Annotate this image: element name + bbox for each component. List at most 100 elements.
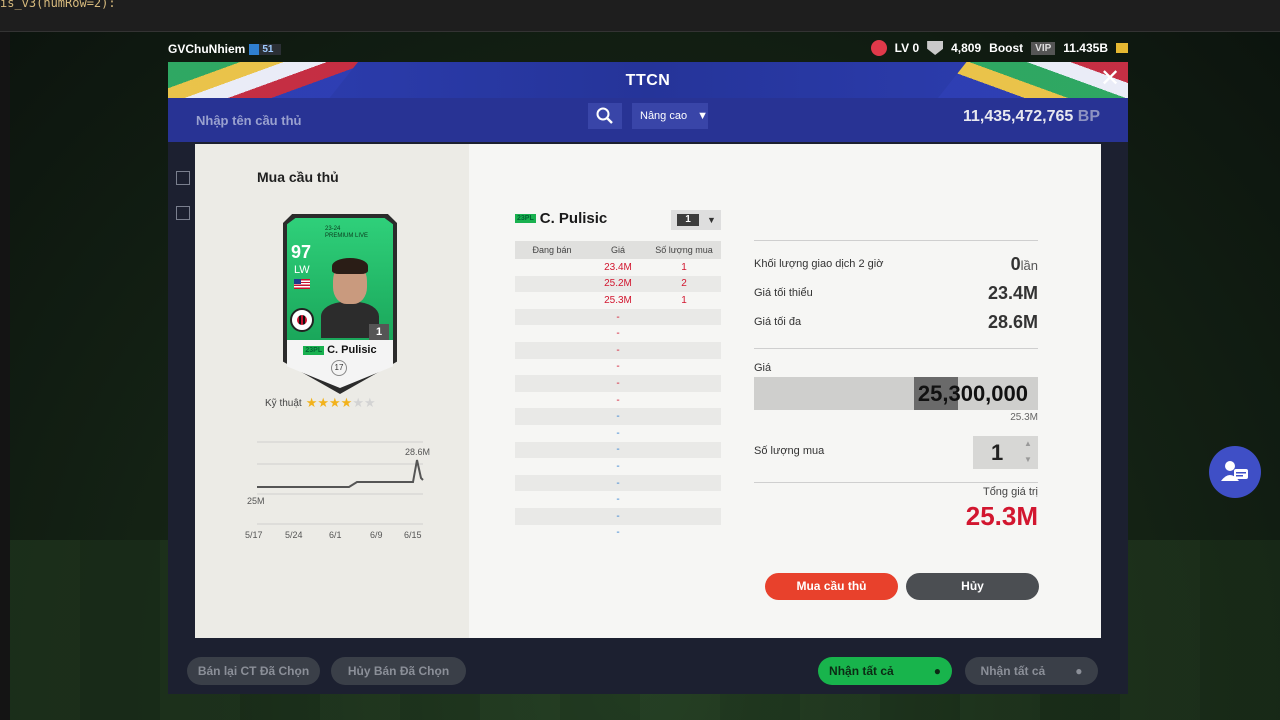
table-row[interactable]: - <box>515 507 721 525</box>
close-icon[interactable]: ✕ <box>1098 67 1122 92</box>
star-icon: ★ <box>340 395 353 410</box>
lv-text: LV 0 <box>894 41 920 55</box>
resell-selected-button[interactable]: Bán lại CT Đã Chọn <box>187 657 320 685</box>
order-qty: 1 <box>681 294 687 306</box>
order-price: - <box>616 460 620 472</box>
order-price: - <box>616 527 620 539</box>
order-price: - <box>616 361 620 373</box>
divider <box>754 240 1038 241</box>
vip-badge[interactable]: VIP <box>1031 41 1056 55</box>
chart-date: 5/24 <box>285 530 303 540</box>
table-row[interactable]: - <box>515 308 721 326</box>
star-icon: ★ <box>352 395 364 410</box>
star-icon: ★ <box>317 395 330 410</box>
order-table: Đang bán Giá Số lượng mua 23.4M 1 25.2M 2 25… <box>515 241 721 541</box>
player-search-input[interactable] <box>196 108 496 132</box>
order-qty: 1 <box>681 261 687 273</box>
dialog-left-panel: Mua cầu thủ 23-24 PREMIUM LIVE 97 LW 1 23… <box>195 144 469 638</box>
chart-date: 6/15 <box>404 530 422 540</box>
top-bar-stats: LV 0 4,809 Boost VIP 11.435B <box>870 40 1128 56</box>
receive-all-button[interactable]: Nhận tất cả ● <box>818 657 952 685</box>
price-short: 25.3M <box>1010 412 1038 423</box>
table-row[interactable]: 25.3M 1 <box>515 292 721 309</box>
table-row[interactable]: - <box>515 375 721 392</box>
order-price: - <box>616 411 620 423</box>
balance-text: 11.435B <box>1063 41 1108 55</box>
card-level: 1 <box>369 324 389 340</box>
table-row[interactable]: - <box>515 392 721 409</box>
chart-date: 6/1 <box>329 530 342 540</box>
order-price: - <box>616 510 620 522</box>
row-checkbox[interactable] <box>176 171 190 185</box>
order-qty: 2 <box>681 278 687 290</box>
table-row[interactable]: - <box>515 441 721 459</box>
support-chat-button[interactable] <box>1209 446 1261 498</box>
price-history-chart: 28.6M 25M 5/17 5/24 6/1 6/9 6/15 <box>245 441 430 540</box>
season-tag: 23PL <box>515 214 536 223</box>
search-icon <box>596 107 613 124</box>
table-row[interactable]: - <box>515 525 721 542</box>
card-position: LW <box>294 264 310 276</box>
decrement-icon[interactable]: ▼ <box>1024 455 1032 464</box>
order-price: - <box>616 344 620 356</box>
chart-min-label: 25M <box>247 496 265 506</box>
lv-icon <box>870 40 887 56</box>
row-checkbox[interactable] <box>176 206 190 220</box>
player-header: 23PL C. Pulisic <box>515 210 607 227</box>
table-row[interactable]: - <box>515 359 721 376</box>
chevron-down-icon: ▼ <box>697 110 708 122</box>
star-icon: ★ <box>363 395 376 410</box>
window-header: TTCN ✕ <box>168 62 1128 98</box>
increment-icon[interactable]: ▲ <box>1024 439 1032 448</box>
order-price: 25.3M <box>604 294 632 306</box>
chevron-down-icon: ▼ <box>707 215 716 225</box>
table-row[interactable]: - <box>515 458 721 475</box>
volume-label: Khối lượng giao dịch 2 giờ <box>754 258 884 270</box>
advanced-filter-button[interactable]: Nâng cao ▼ <box>632 103 708 129</box>
max-price-value: 28.6M <box>987 312 1038 332</box>
dialog-title: Mua cầu thủ <box>257 169 339 185</box>
table-row[interactable]: 25.2M 2 <box>515 275 721 293</box>
min-price-label: Giá tối thiểu <box>754 287 813 299</box>
min-price-value: 23.4M <box>987 283 1038 303</box>
table-row[interactable]: - <box>515 474 721 492</box>
table-row[interactable]: 23.4M 1 <box>515 259 721 276</box>
quantity-stepper[interactable]: 1 ▲ ▼ <box>973 436 1038 469</box>
table-row[interactable]: - <box>515 408 721 425</box>
order-price: 23.4M <box>604 261 632 273</box>
coin-icon: ● <box>1075 664 1083 678</box>
window-title: TTCN <box>625 72 671 89</box>
shirt-icon: ● <box>933 664 941 678</box>
coin-icon <box>1116 43 1128 53</box>
user-info[interactable]: GVChuNhiem 51 <box>168 42 282 56</box>
search-button[interactable] <box>588 103 622 129</box>
boost-text: Boost <box>989 41 1024 55</box>
editor-gutter <box>0 32 10 720</box>
buy-player-button[interactable]: Mua cầu thủ <box>765 573 898 600</box>
chat-user-icon <box>1221 461 1248 481</box>
skill-rating: Kỹ thuật ★★★★★★ <box>265 395 376 410</box>
table-row[interactable]: - <box>515 425 721 442</box>
screen: is_v3(numRow=2): GVChuNhiem 51 LV 0 4,80… <box>0 0 1280 720</box>
price-input[interactable]: 25,300,000 <box>754 377 1038 410</box>
points-text: 4,809 <box>951 41 982 55</box>
buy-player-dialog: Mua cầu thủ 23-24 PREMIUM LIVE 97 LW 1 23… <box>195 144 1101 638</box>
editor-code: is_v3(numRow=2): <box>0 0 116 10</box>
player-name: C. Pulisic <box>539 210 608 227</box>
table-row[interactable]: - <box>515 341 721 359</box>
level-select[interactable]: 1 ▼ <box>671 210 721 230</box>
volume-value: 0lần <box>1010 254 1038 274</box>
skill-label: Kỹ thuật <box>265 398 302 409</box>
skill-stars: ★★★★★★ <box>306 395 376 410</box>
table-row[interactable]: - <box>515 325 721 342</box>
max-price-label: Giá tối đa <box>754 316 802 328</box>
receive-all-coins-button[interactable]: Nhận tất cả ● <box>965 657 1098 685</box>
editor-strip: is_v3(numRow=2): <box>0 0 1280 32</box>
cancel-selected-button[interactable]: Hủy Bán Đã Chọn <box>331 657 466 685</box>
table-row[interactable]: - <box>515 491 721 508</box>
cancel-button[interactable]: Hủy <box>906 573 1039 600</box>
total-label: Tổng giá trị <box>982 486 1038 498</box>
card-player-name: 23PL C. Pulisic <box>303 344 377 356</box>
player-card: 23-24 PREMIUM LIVE 97 LW 1 23PL C. Pulisic… <box>283 214 397 394</box>
divider <box>754 348 1038 349</box>
